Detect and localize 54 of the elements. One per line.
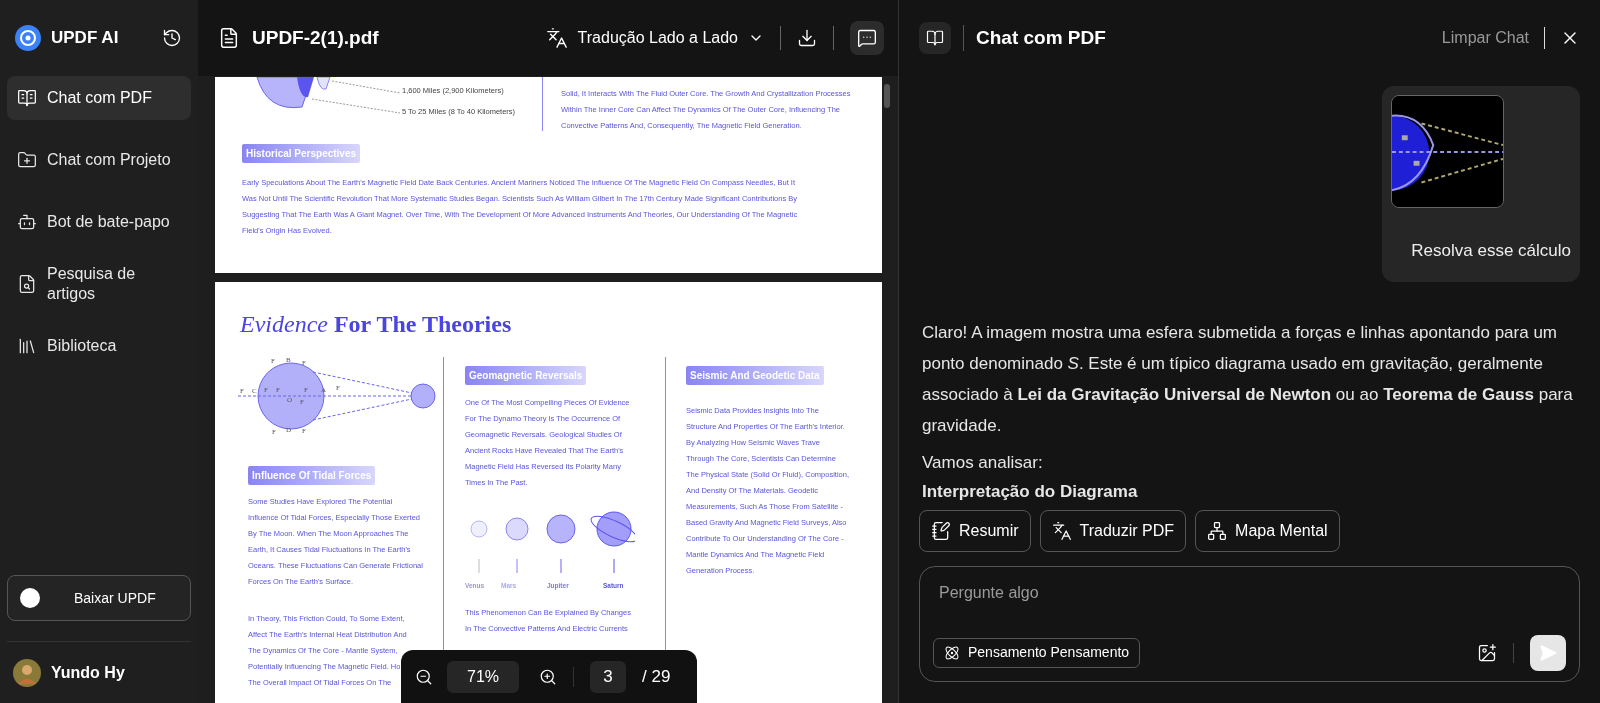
sidebar-icon [17, 150, 37, 170]
send-button[interactable] [1530, 634, 1566, 671]
answer-heading: Interpretação do Diagrama [922, 480, 1139, 503]
sidebar-item[interactable]: Chat com PDF [7, 76, 191, 120]
page-total: / 29 [642, 665, 671, 688]
answer-paragraph: Claro! A imagem mostra uma esfera submetida a forças e linhas apontando para um ponto denominado S. Este é um típico diagrama usado em gravitação, geralmente associado à Lei da Gravitação Universal de Newton ou ao Teorema de Gauss para gravidade. [922, 321, 1574, 437]
action-icon [1207, 520, 1228, 541]
book-icon [926, 29, 944, 47]
page-number-field[interactable]: 3 [590, 660, 626, 693]
history-icon[interactable] [162, 28, 182, 48]
download-icon[interactable] [797, 28, 817, 48]
sidebar-item[interactable]: Biblioteca [7, 324, 191, 368]
zoom-in-icon[interactable] [539, 667, 557, 686]
send-icon [1539, 643, 1557, 662]
logo-icon [15, 25, 41, 51]
add-image-icon[interactable] [1477, 642, 1497, 663]
sidebar-item[interactable]: Bot de bate-papo [7, 200, 191, 244]
file-name: UPDF-2(1).pdf [252, 25, 379, 50]
action-icon [931, 520, 951, 541]
section-heading: Geomagnetic Reversals [465, 366, 587, 385]
sidebar-icon [17, 88, 37, 108]
message-text: Resolva esse cálculo [1411, 240, 1571, 262]
section-heading: Historical Perspectives [242, 144, 361, 163]
ai-chat-button[interactable] [850, 21, 884, 55]
reader-button[interactable] [919, 22, 951, 54]
chat-title: Chat com PDF [976, 25, 1106, 50]
zoom-level[interactable]: 71% [447, 660, 519, 693]
action-button[interactable]: Traduzir PDF [1039, 509, 1187, 552]
clear-chat-button[interactable]: Limpar Chat [1441, 26, 1529, 50]
zoom-out-icon[interactable] [415, 667, 433, 686]
question-input[interactable]: Pergunte algo Pensamento Pensamento [919, 565, 1580, 682]
atom-icon [944, 644, 960, 661]
section-heading: Influence Of Tidal Forces [248, 466, 376, 485]
action-button[interactable]: Resumir [919, 509, 1031, 552]
avatar [13, 658, 41, 687]
page-title: Evidence For The Theories [240, 310, 512, 339]
sidebar-item[interactable]: Chat com Projeto [7, 138, 191, 182]
user-name: Yundo Hy [51, 662, 125, 683]
chat-bubble-icon [857, 28, 877, 48]
translate-icon [545, 27, 568, 49]
sidebar-item[interactable]: Pesquisa de artigos [7, 262, 191, 306]
scrollbar[interactable] [884, 84, 890, 108]
sidebar-icon [17, 274, 37, 294]
circle-icon [20, 588, 40, 608]
answer-text: Vamos analisar: [922, 451, 1044, 474]
sidebar-icon [17, 212, 37, 232]
thinking-mode-chip[interactable]: Pensamento Pensamento [933, 637, 1141, 668]
action-button[interactable]: Mapa Mental [1195, 509, 1340, 552]
pdf-file-icon [218, 27, 240, 49]
app-name: UPDF AI [51, 27, 119, 50]
translate-mode-dropdown[interactable]: Tradução Lado a Lado [545, 26, 764, 50]
action-icon [1051, 520, 1072, 541]
download-button[interactable]: Baixar UPDF [7, 575, 191, 621]
sidebar-icon [17, 336, 37, 356]
